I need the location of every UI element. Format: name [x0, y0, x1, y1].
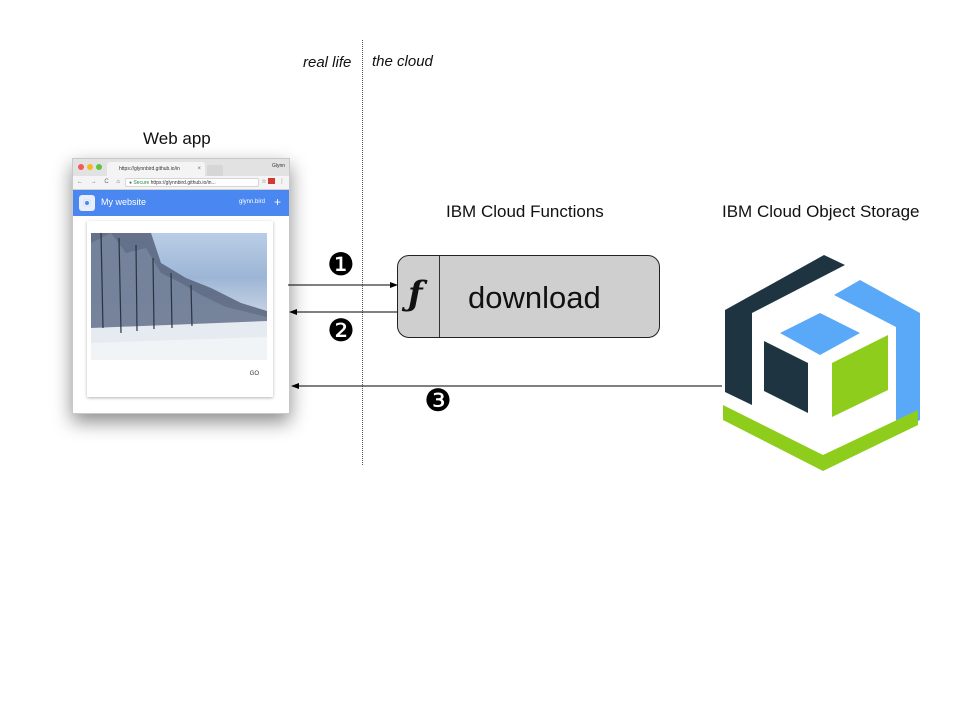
- step-1-marker: ❶: [327, 247, 355, 283]
- flow-arrows: [288, 282, 722, 389]
- step-2-marker: ❷: [327, 313, 355, 349]
- step-3-marker: ❸: [424, 383, 452, 419]
